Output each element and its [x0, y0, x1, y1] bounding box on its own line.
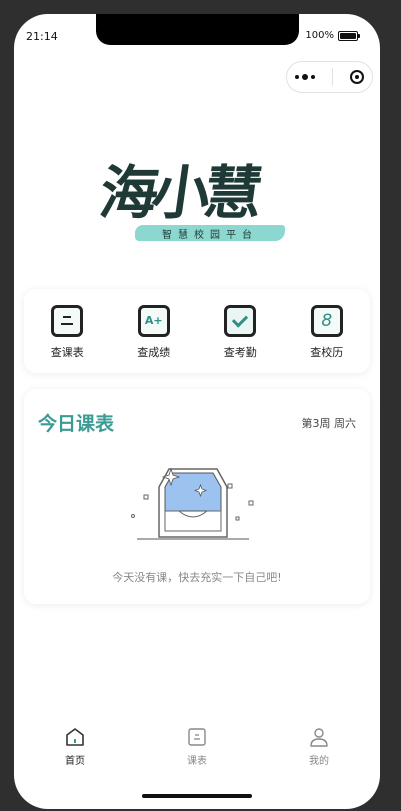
quick-action-attendance[interactable]: 查考勤	[205, 303, 275, 360]
bottom-tabbar: 首页 课表 我的	[14, 726, 380, 786]
quick-action-label: 查课表	[50, 345, 84, 359]
attendance-check-icon	[224, 304, 257, 337]
home-icon	[66, 728, 84, 746]
quick-action-label: 查考勤	[223, 345, 257, 359]
quick-action-label: 查校历	[310, 345, 344, 359]
today-schedule-title: 今日课表	[38, 413, 115, 435]
more-icon[interactable]	[295, 74, 316, 80]
empty-inbox-illustration	[131, 467, 254, 540]
logo-subtitle: 智慧校园平台	[162, 230, 258, 241]
phone-screen: 21:14 100% 海小慧 智慧校园平台 查课表 A+ 查成绩 查考勤 8 查…	[14, 14, 380, 809]
calendar-glyph: 8	[321, 310, 333, 331]
empty-schedule-message: 今天没有课，快去充实一下自己吧!	[112, 571, 282, 584]
home-indicator	[142, 794, 252, 798]
timetable-tab-icon	[188, 728, 206, 746]
battery-percent: 100%	[305, 30, 334, 41]
tab-home[interactable]: 首页	[35, 726, 115, 786]
grade-icon: A+	[137, 304, 170, 337]
quick-action-grades[interactable]: A+ 查成绩	[119, 303, 189, 360]
profile-icon	[310, 728, 328, 747]
capsule-divider	[331, 68, 333, 86]
status-time: 21:14	[26, 30, 58, 43]
miniprogram-capsule	[286, 61, 373, 93]
close-miniprogram-icon[interactable]	[349, 70, 364, 84]
quick-action-label: 查成绩	[137, 345, 171, 359]
timetable-icon	[51, 304, 84, 337]
camera-notch	[96, 14, 299, 45]
quick-action-timetable[interactable]: 查课表	[32, 303, 102, 360]
tab-label: 课表	[187, 756, 207, 767]
quick-action-calendar[interactable]: 8 查校历	[292, 303, 362, 360]
tab-timetable[interactable]: 课表	[157, 726, 237, 786]
today-schedule-card: 今日课表 第3周 周六 今天没有课，快去充实一下自己吧!	[24, 389, 370, 604]
battery-icon	[338, 30, 360, 41]
week-indicator: 第3周 周六	[301, 417, 357, 430]
tab-label: 首页	[65, 756, 85, 767]
tab-label: 我的	[309, 756, 329, 767]
app-logo: 海小慧 智慧校园平台	[96, 132, 299, 252]
grade-glyph: A+	[144, 314, 163, 327]
quick-actions-card: 查课表 A+ 查成绩 查考勤 8 查校历	[24, 289, 370, 373]
battery-status: 100%	[305, 30, 360, 41]
tab-profile[interactable]: 我的	[279, 726, 359, 786]
logo-title: 海小慧	[95, 159, 262, 227]
calendar-icon: 8	[310, 304, 343, 337]
